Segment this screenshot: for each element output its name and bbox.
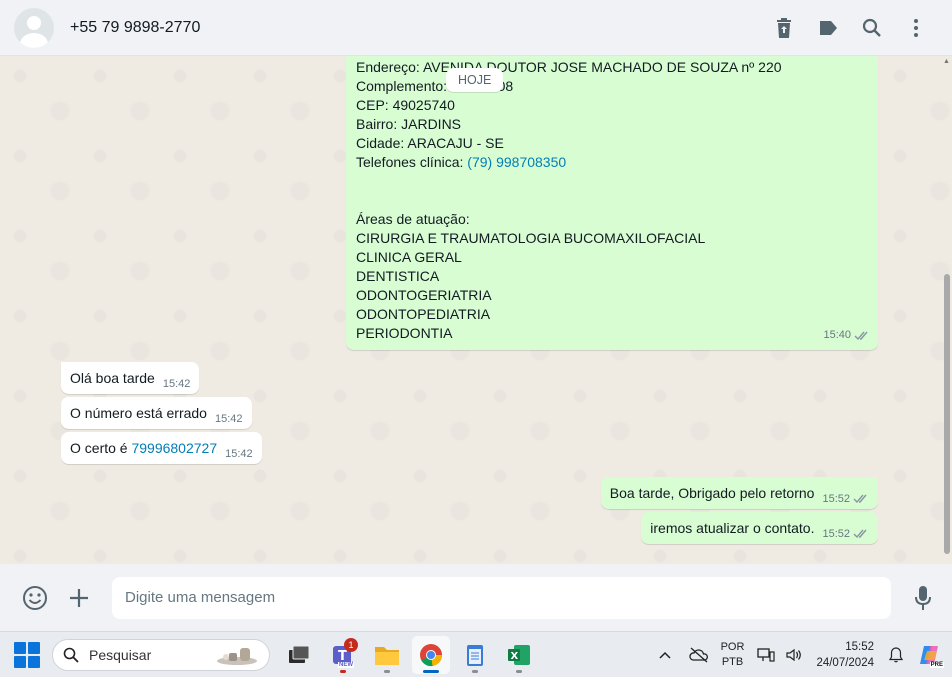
- taskbar-clock[interactable]: 15:52 24/07/2024: [816, 639, 874, 671]
- windows-start-icon[interactable]: [14, 641, 40, 668]
- message-line: Áreas de atuação:: [356, 211, 470, 227]
- chrome-icon[interactable]: [412, 635, 450, 674]
- svg-text:X: X: [511, 651, 519, 662]
- windows-taskbar: Pesquisar T 1 NEW X POR PTB 15:52 24/07/…: [0, 631, 952, 677]
- chevron-up-icon[interactable]: [651, 651, 679, 659]
- microphone-icon[interactable]: [908, 583, 938, 613]
- message-line: Cidade: ARACAJU - SE: [356, 135, 504, 151]
- file-explorer-icon[interactable]: [368, 636, 406, 674]
- excel-icon[interactable]: X: [500, 636, 538, 674]
- incoming-message[interactable]: Olá boa tarde 15:42: [61, 362, 200, 394]
- search-icon[interactable]: [862, 17, 882, 39]
- search-highlight-icon: [217, 647, 257, 665]
- contact-name[interactable]: +55 79 9898-2770: [70, 19, 200, 37]
- incoming-message[interactable]: O número está errado 15:42: [61, 397, 252, 429]
- double-check-icon: [854, 331, 868, 340]
- message-text: O número está errado: [70, 405, 207, 421]
- incoming-message[interactable]: O certo é 79996802727 15:42: [61, 432, 262, 464]
- message-line: CEP: 49025740: [356, 97, 455, 113]
- date-divider: HOJE: [446, 68, 504, 92]
- chat-header: +55 79 9898-2770: [0, 0, 952, 56]
- onedrive-offline-icon[interactable]: [685, 647, 713, 663]
- message-clinic-info[interactable]: Endereço: AVENIDA DOUTOR JOSE MACHADO DE…: [346, 56, 878, 350]
- message-line: Bairro: JARDINS: [356, 116, 462, 132]
- message-time: 15:40: [823, 326, 870, 345]
- message-time: 15:52: [822, 528, 869, 540]
- message-line: CIRURGIA E TRAUMATOLOGIA BUCOMAXILOFACIA…: [356, 230, 706, 246]
- language-indicator[interactable]: POR PTB: [721, 640, 745, 670]
- message-time: 15:42: [214, 413, 243, 425]
- message-line: PERIODONTIA: [356, 325, 453, 341]
- message-line: ODONTOGERIATRIA: [356, 287, 492, 303]
- message-line: ODONTOPEDIATRIA: [356, 306, 491, 322]
- double-check-icon: [853, 494, 867, 504]
- message-text: Olá boa tarde: [70, 370, 155, 386]
- message-line: [356, 191, 868, 210]
- network-icon[interactable]: [752, 647, 780, 663]
- message-text: iremos atualizar o contato.: [650, 520, 815, 536]
- message-time: 15:52: [822, 493, 869, 505]
- system-tray: POR PTB 15:52 24/07/2024 PRE: [651, 632, 952, 677]
- message-input[interactable]: [112, 576, 891, 619]
- search-icon: [63, 647, 79, 663]
- message-line: Endereço: AVENIDA DOUTOR JOSE MACHADO DE…: [356, 59, 782, 75]
- teams-badge: 1: [344, 637, 358, 652]
- volume-icon[interactable]: [780, 648, 808, 662]
- copilot-pre-label: PRE: [929, 661, 944, 668]
- label-icon[interactable]: [818, 17, 838, 39]
- notepad-icon[interactable]: [456, 636, 494, 674]
- phone-link[interactable]: 79996802727: [131, 440, 217, 456]
- chat-scrollbar[interactable]: ▲: [943, 56, 950, 564]
- message-text: O certo é 79996802727: [70, 440, 218, 456]
- notifications-bell-icon[interactable]: [882, 646, 910, 663]
- trash-icon[interactable]: [774, 17, 794, 39]
- teams-app-icon[interactable]: T 1 NEW: [324, 636, 362, 674]
- menu-dots-icon[interactable]: [906, 17, 926, 39]
- outgoing-message[interactable]: iremos atualizar o contato. 15:52: [641, 512, 878, 544]
- double-check-icon: [853, 529, 867, 539]
- search-label: Pesquisar: [89, 646, 152, 663]
- taskbar-search[interactable]: Pesquisar: [52, 638, 270, 671]
- chat-area[interactable]: Endereço: AVENIDA DOUTOR JOSE MACHADO DE…: [0, 56, 952, 564]
- composer-bar: [0, 564, 952, 631]
- scrollbar-thumb[interactable]: [944, 274, 950, 554]
- message-time: 15:42: [162, 378, 191, 390]
- message-time: 15:42: [225, 448, 253, 460]
- emoji-icon[interactable]: [20, 583, 50, 613]
- task-view-icon[interactable]: [280, 636, 318, 674]
- message-line: Telefones clínica: (79) 998708350: [356, 154, 567, 170]
- copilot-icon[interactable]: PRE: [916, 644, 944, 668]
- message-text: Boa tarde, Obrigado pelo retorno: [609, 485, 815, 501]
- message-line: CLINICA GERAL: [356, 249, 462, 265]
- message-line: [356, 172, 868, 191]
- message-line: Complemento: SALA 308: [356, 78, 514, 94]
- contact-avatar[interactable]: [14, 7, 54, 48]
- attach-plus-icon[interactable]: [64, 583, 94, 613]
- phone-link[interactable]: (79) 998708350: [467, 154, 566, 170]
- message-line: DENTISTICA: [356, 268, 440, 284]
- scroll-up-arrow-icon[interactable]: ▲: [943, 58, 950, 65]
- outgoing-message[interactable]: Boa tarde, Obrigado pelo retorno 15:52: [600, 477, 878, 509]
- teams-new-label: NEW: [338, 661, 354, 668]
